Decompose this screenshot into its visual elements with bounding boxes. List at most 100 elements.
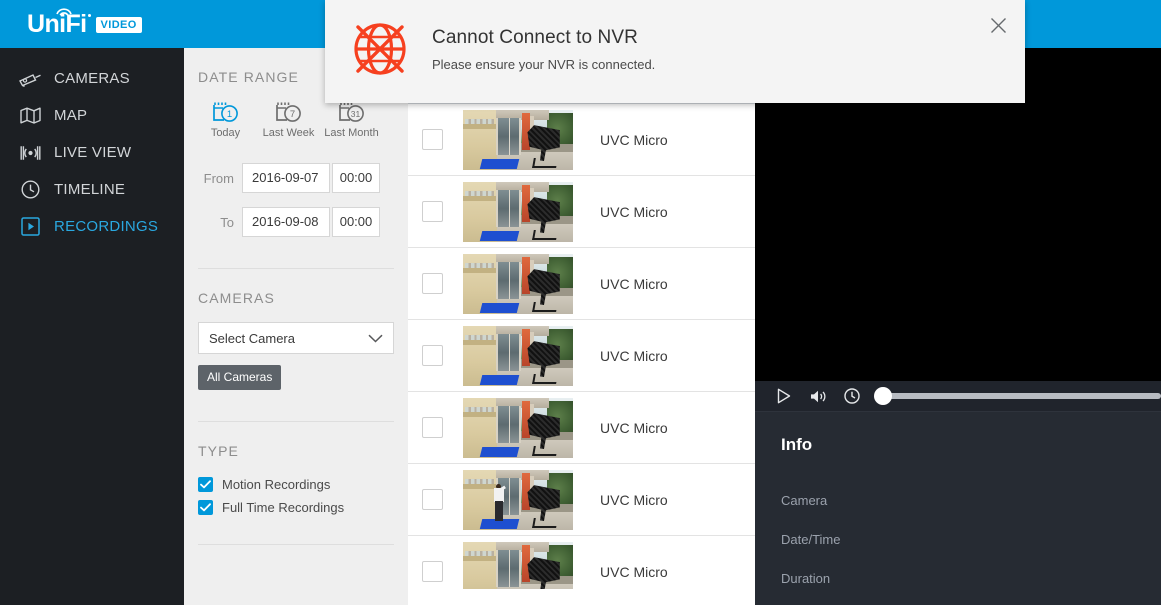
recordings-list[interactable]: UVC Micro UVC Micro UVC Micro UVC Micro UVC … (408, 32, 755, 589)
from-date-input[interactable]: 2016-09-07 (242, 163, 330, 193)
table-row[interactable]: UVC Micro (408, 464, 755, 536)
recording-thumbnail[interactable] (463, 325, 573, 386)
row-checkbox[interactable] (422, 201, 443, 222)
filter-panel: DATE RANGE 1 Today 7 Last Week 31 Last M… (184, 48, 408, 605)
recording-camera-name: UVC Micro (600, 419, 668, 436)
sidebar: CAMERAS MAP LIVE VIEW TIMELINE RECORDING… (0, 48, 184, 605)
calendar-31-icon: 31 (338, 102, 364, 122)
recording-camera-name: UVC Micro (600, 131, 668, 148)
table-row[interactable]: UVC Micro (408, 104, 755, 176)
sidebar-item-map[interactable]: MAP (0, 97, 184, 134)
logo-badge: VIDEO (95, 16, 142, 33)
globe-disconnected-icon (354, 23, 406, 75)
info-panel: Info Camera Date/Time Duration (755, 412, 1161, 605)
camera-icon (18, 68, 43, 90)
sidebar-item-timeline[interactable]: TIMELINE (0, 171, 184, 208)
row-checkbox[interactable] (422, 489, 443, 510)
recording-thumbnail[interactable] (463, 469, 573, 530)
clock-icon[interactable] (840, 384, 864, 408)
recording-camera-name: UVC Micro (600, 203, 668, 220)
type-option-label: Full Time Recordings (222, 500, 345, 515)
row-checkbox[interactable] (422, 561, 443, 582)
type-option-label: Motion Recordings (222, 477, 331, 492)
all-cameras-button[interactable]: All Cameras (198, 365, 282, 390)
to-time-input[interactable]: 00:00 (332, 207, 380, 237)
type-option-full-time-recordings[interactable]: Full Time Recordings (198, 500, 408, 515)
table-row[interactable]: UVC Micro (408, 176, 755, 248)
sidebar-item-label: CAMERAS (54, 70, 130, 87)
preset-today-button[interactable]: 1 Today (194, 99, 257, 139)
camera-select[interactable]: Select Camera (198, 322, 394, 354)
sidebar-item-label: TIMELINE (54, 181, 126, 198)
preset-label: Today (210, 127, 241, 139)
date-range-presets: 1 Today 7 Last Week 31 Last Month (194, 99, 408, 139)
row-checkbox[interactable] (422, 417, 443, 438)
recording-thumbnail[interactable] (463, 109, 573, 170)
type-title: TYPE (198, 443, 239, 459)
video-pane: Info Camera Date/Time Duration (755, 48, 1161, 605)
preset-label: Last Month (324, 127, 379, 139)
cameras-title: CAMERAS (198, 290, 275, 306)
from-label: From (203, 170, 234, 186)
info-field-duration: Duration (781, 571, 831, 586)
to-label: To (220, 214, 234, 230)
table-row[interactable]: UVC Micro (408, 392, 755, 464)
player-controls (755, 381, 1161, 412)
app-logo: UniFi VIDEO (27, 8, 142, 39)
recording-camera-name: UVC Micro (600, 347, 668, 364)
sidebar-item-live-view[interactable]: LIVE VIEW (0, 134, 184, 171)
close-icon[interactable] (985, 12, 1011, 38)
table-row[interactable]: UVC Micro (408, 320, 755, 392)
preset-label: Last Week (262, 127, 315, 139)
clock-icon (18, 179, 43, 201)
recording-camera-name: UVC Micro (600, 275, 668, 292)
preset-last-month-button[interactable]: 31 Last Month (320, 99, 383, 139)
svg-text:31: 31 (350, 109, 360, 119)
logo-wordmark: UniFi (27, 8, 91, 39)
checkbox-checked-icon (198, 500, 213, 515)
recording-thumbnail[interactable] (463, 397, 573, 458)
info-field-datetime: Date/Time (781, 532, 841, 547)
svg-text:1: 1 (226, 109, 231, 120)
wifi-arc-icon (56, 8, 72, 16)
volume-icon[interactable] (806, 384, 830, 408)
recording-camera-name: UVC Micro (600, 563, 668, 580)
to-date-input[interactable]: 2016-09-08 (242, 207, 330, 237)
divider (198, 421, 394, 422)
row-checkbox[interactable] (422, 129, 443, 150)
dialog-message: Please ensure your NVR is connected. (432, 57, 656, 72)
divider (198, 268, 394, 269)
sidebar-item-recordings[interactable]: RECORDINGS (0, 208, 184, 245)
recording-thumbnail[interactable] (463, 541, 573, 589)
sidebar-item-label: RECORDINGS (54, 218, 159, 235)
divider (198, 544, 394, 545)
type-option-motion-recordings[interactable]: Motion Recordings (198, 477, 408, 492)
checkbox-checked-icon (198, 477, 213, 492)
sidebar-item-label: MAP (54, 107, 88, 124)
seek-handle[interactable] (874, 387, 892, 405)
unifi-video-app: UniFi VIDEO CAMERAS MAP LIVE VIEW TIMELI… (0, 0, 1161, 605)
calendar-1-icon: 1 (212, 102, 238, 122)
logo-dot (88, 14, 91, 17)
chevron-down-icon (368, 334, 383, 343)
seek-track[interactable] (882, 393, 1161, 399)
recording-camera-name: UVC Micro (600, 491, 668, 508)
play-box-icon (18, 216, 43, 238)
row-checkbox[interactable] (422, 273, 443, 294)
preset-last-week-button[interactable]: 7 Last Week (257, 99, 320, 139)
row-checkbox[interactable] (422, 345, 443, 366)
calendar-7-icon: 7 (275, 102, 301, 122)
info-title: Info (781, 435, 813, 454)
recording-thumbnail[interactable] (463, 253, 573, 314)
map-icon (18, 105, 43, 127)
play-icon[interactable] (772, 384, 796, 408)
from-time-input[interactable]: 00:00 (332, 163, 380, 193)
seek-bar[interactable] (874, 384, 1161, 408)
broadcast-icon (18, 142, 43, 164)
recording-thumbnail[interactable] (463, 181, 573, 242)
dialog-title: Cannot Connect to NVR (432, 27, 638, 48)
sidebar-item-cameras[interactable]: CAMERAS (0, 60, 184, 97)
table-row[interactable]: UVC Micro (408, 536, 755, 589)
table-row[interactable]: UVC Micro (408, 248, 755, 320)
date-range-from-row: From 2016-09-07 00:00 (194, 163, 408, 193)
